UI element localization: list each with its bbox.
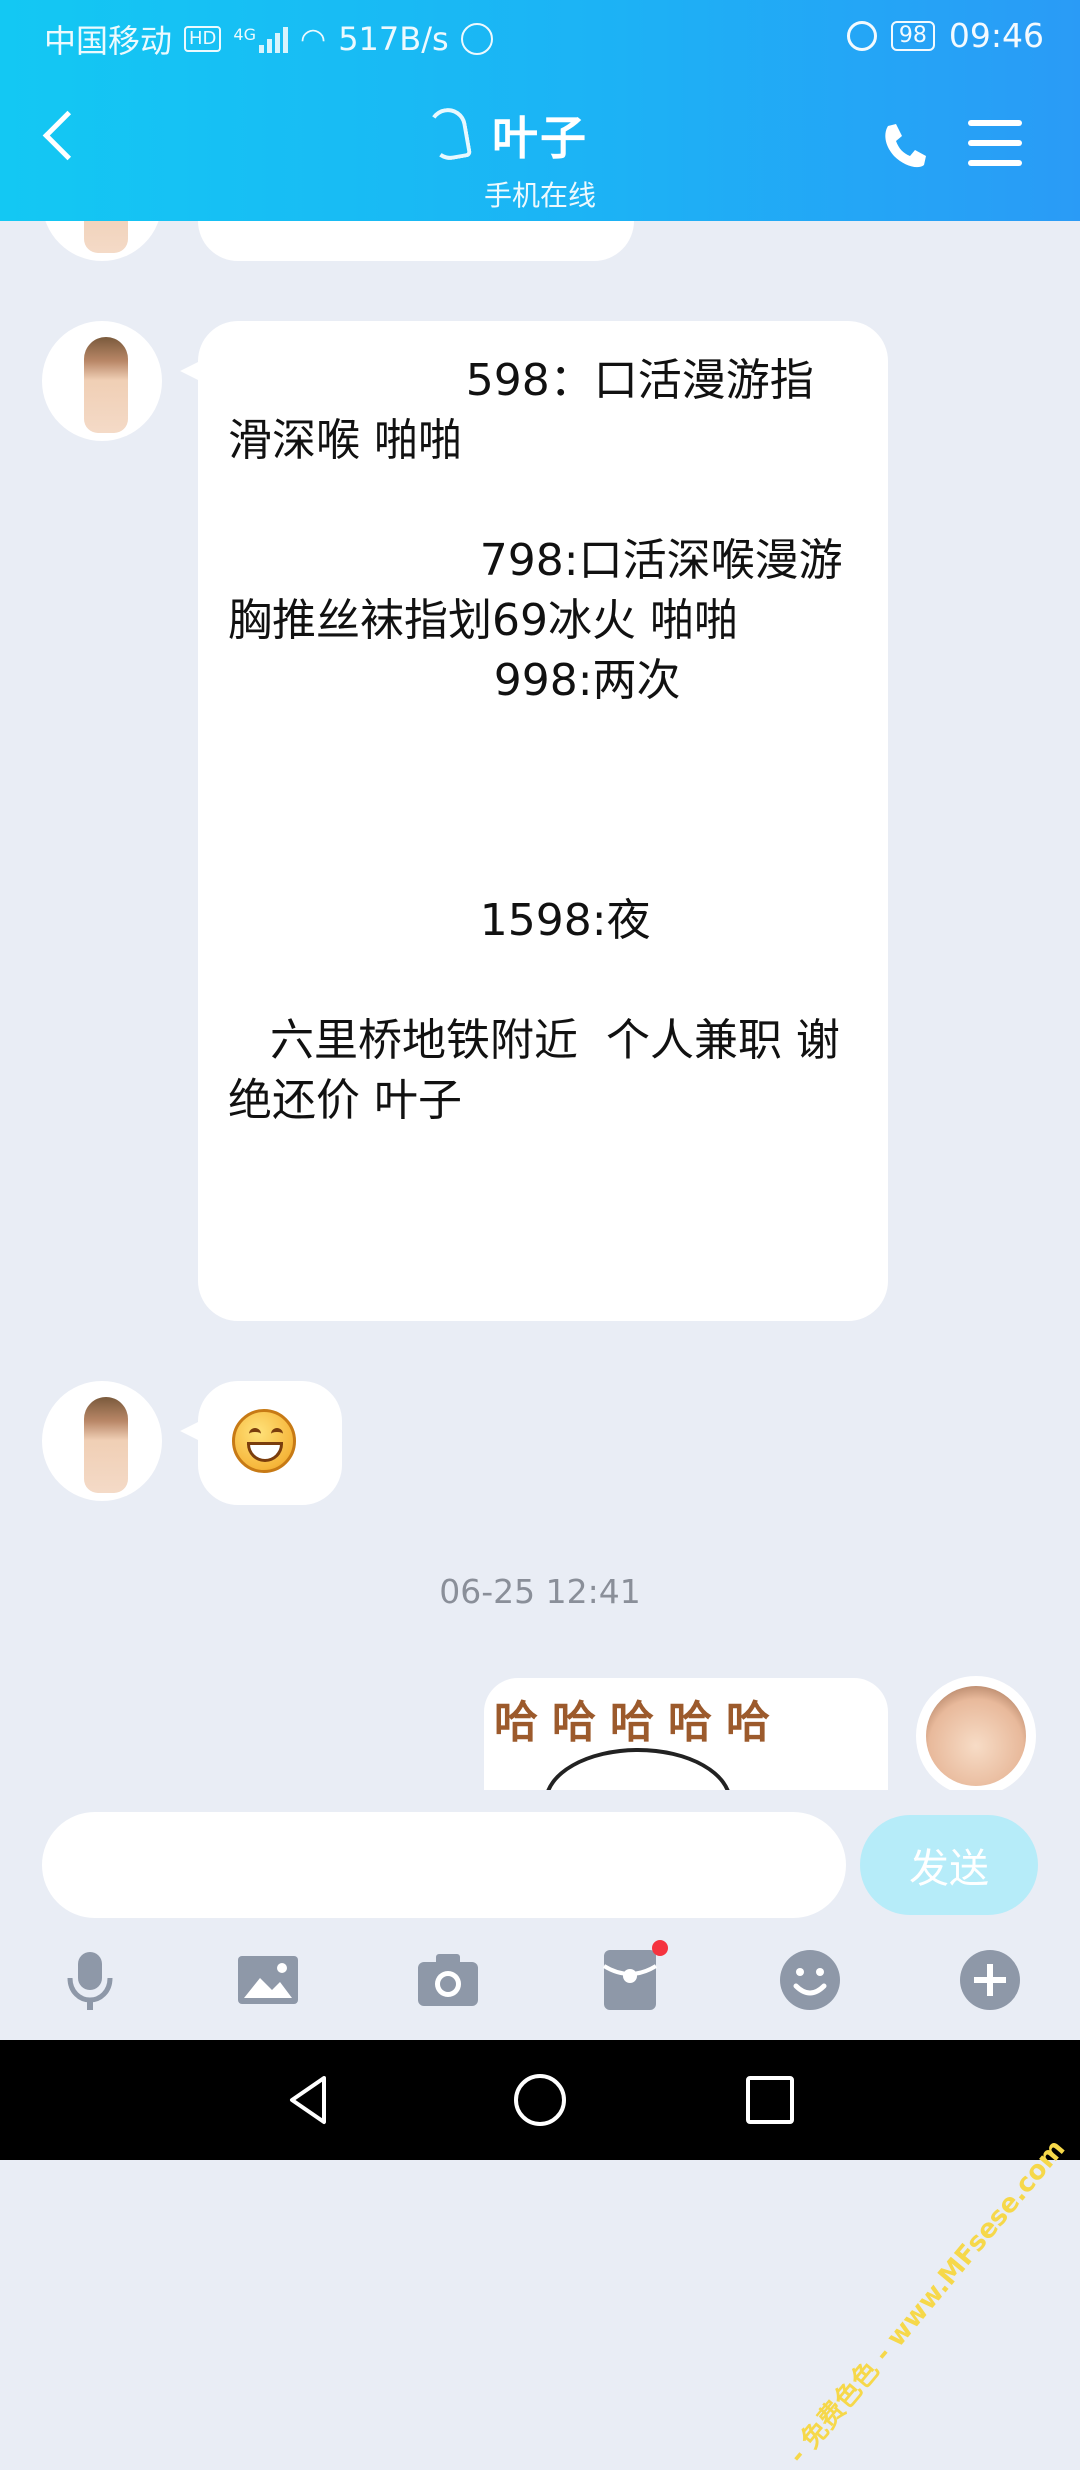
avatar[interactable] <box>42 321 162 441</box>
message-timestamp: 06-25 12:41 <box>439 1572 641 1611</box>
network-speed: 517B/s <box>338 20 449 58</box>
input-area: 发送 <box>0 1790 1080 2040</box>
camera-icon[interactable] <box>416 1948 480 2012</box>
message-list[interactable]: 598：口活漫游指滑深喉 啪啪 798:口活深喉漫游胸推丝袜指划69冰火 啪啪 … <box>0 221 1080 1790</box>
nav-home-icon[interactable] <box>510 2070 570 2130</box>
emoji-icon[interactable] <box>778 1948 842 2012</box>
plus-icon[interactable] <box>958 1948 1022 2012</box>
my-avatar[interactable] <box>916 1676 1036 1790</box>
online-status: 手机在线 <box>483 179 596 212</box>
send-button[interactable]: 发送 <box>860 1815 1038 1915</box>
emoji-bubble[interactable] <box>180 1381 342 1505</box>
message-bubble[interactable] <box>198 221 634 261</box>
phone-call-icon[interactable] <box>878 120 930 172</box>
message-bubble[interactable]: 598：口活漫游指滑深喉 啪啪 798:口活深喉漫游胸推丝袜指划69冰火 啪啪 … <box>180 321 888 1321</box>
chat-header: 中国移动 HD 4G ◠ 517B/s 98 09:46 叶子 手机在线 <box>0 0 1080 221</box>
system-nav-bar: - 免费色色 - www.MFsese.com <box>0 2040 1080 2470</box>
unread-dot <box>652 1940 668 1956</box>
nav-back-icon[interactable] <box>280 2070 340 2130</box>
message-text: 598：口活漫游指滑深喉 啪啪 798:口活深喉漫游胸推丝袜指划69冰火 啪啪 … <box>228 355 843 1126</box>
image-icon[interactable] <box>236 1948 300 2012</box>
nav-recents-icon[interactable] <box>740 2070 800 2130</box>
watermark: - 免费色色 - www.MFsese.com <box>782 2134 1072 2470</box>
battery-indicator: 98 <box>890 20 935 51</box>
message-input[interactable] <box>42 1812 846 1918</box>
status-bar: 中国移动 HD 4G ◠ 517B/s 98 09:46 <box>0 0 1080 76</box>
alarm-icon <box>846 20 877 51</box>
carrier-label: 中国移动 <box>44 22 173 60</box>
avatar[interactable] <box>42 1381 162 1501</box>
voice-icon[interactable] <box>58 1948 122 2012</box>
carrier-app-icon <box>460 23 493 55</box>
sticker-text: 哈哈哈哈哈 <box>494 1697 784 1748</box>
signal-icon: 4G <box>233 25 288 53</box>
red-packet-icon[interactable] <box>598 1940 668 2012</box>
avatar[interactable] <box>42 221 162 261</box>
input-toolbar <box>0 1940 1080 2028</box>
grin-emoji-icon <box>232 1409 296 1473</box>
menu-icon[interactable] <box>968 120 1022 166</box>
wifi-icon: ◠ <box>300 21 327 57</box>
sticker-message[interactable]: 哈哈哈哈哈 <box>484 1678 888 1790</box>
clock: 09:46 <box>948 16 1044 55</box>
hd-badge: HD <box>184 26 222 52</box>
